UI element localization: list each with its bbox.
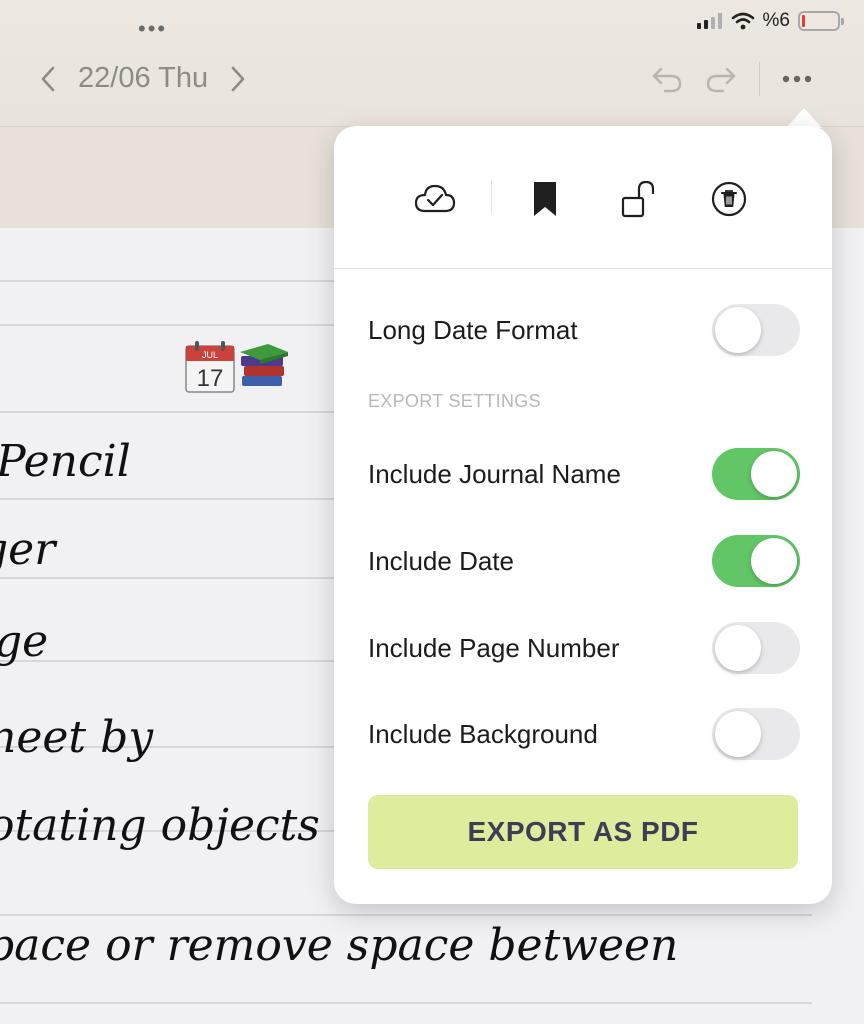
handwriting-line: otating objects <box>0 800 320 851</box>
popover-arrow <box>786 108 822 128</box>
battery-icon <box>798 11 844 31</box>
books-sticker[interactable] <box>238 340 290 390</box>
toolbar-right <box>651 62 812 96</box>
include-date-label: Include Date <box>368 545 514 576</box>
multitask-dots[interactable]: ••• <box>138 16 167 42</box>
include-date-toggle[interactable] <box>712 535 800 587</box>
handwriting-line: ge <box>0 616 49 667</box>
icon-divider <box>491 180 492 214</box>
handwriting-line: pace or remove space between <box>0 920 679 971</box>
long-date-format-toggle[interactable] <box>712 304 800 356</box>
bookmark-icon[interactable] <box>522 176 568 222</box>
calendar-day: 17 <box>197 365 224 392</box>
include-journal-name-row: Include Journal Name <box>368 448 800 500</box>
undo-icon[interactable] <box>651 65 683 93</box>
long-date-format-label: Long Date Format <box>368 314 578 345</box>
battery-percent: %6 <box>762 10 790 31</box>
include-background-row: Include Background <box>368 708 800 760</box>
page-rule <box>0 1002 812 1004</box>
popover-divider <box>334 268 832 269</box>
status-bar: %6 <box>696 8 844 34</box>
include-background-label: Include Background <box>368 718 598 749</box>
page-rule <box>0 914 812 916</box>
include-page-number-label: Include Page Number <box>368 632 620 663</box>
handwriting-line: neet by <box>0 712 154 763</box>
calendar-sticker[interactable]: JUL 17 <box>184 340 236 394</box>
include-journal-name-toggle[interactable] <box>712 448 800 500</box>
previous-day-icon[interactable] <box>40 65 56 93</box>
current-date[interactable]: 22/06 Thu <box>78 62 208 95</box>
more-options-icon[interactable] <box>782 75 812 83</box>
handwriting-line: Pencil <box>0 436 131 487</box>
wifi-icon <box>731 12 754 30</box>
trash-icon[interactable] <box>706 176 752 222</box>
export-settings-heading: EXPORT SETTINGS <box>368 391 541 411</box>
include-date-row: Include Date <box>368 535 800 587</box>
popover-icon-row <box>334 126 832 268</box>
redo-icon[interactable] <box>705 65 737 93</box>
include-page-number-row: Include Page Number <box>368 622 800 674</box>
more-options-popover: Long Date Format EXPORT SETTINGS Include… <box>334 126 832 904</box>
calendar-month: JUL <box>202 350 218 360</box>
long-date-format-row: Long Date Format <box>368 304 800 356</box>
unlock-icon[interactable] <box>616 176 662 222</box>
export-as-pdf-button[interactable]: EXPORT AS PDF <box>368 795 798 869</box>
toolbar-divider <box>759 62 760 96</box>
cloud-sync-icon[interactable] <box>412 176 458 222</box>
handwriting-line: ger <box>0 524 56 575</box>
cellular-signal-icon <box>696 13 722 29</box>
date-navigation: 22/06 Thu <box>40 62 246 95</box>
include-journal-name-label: Include Journal Name <box>368 458 621 489</box>
include-page-number-toggle[interactable] <box>712 622 800 674</box>
include-background-toggle[interactable] <box>712 708 800 760</box>
next-day-icon[interactable] <box>230 65 246 93</box>
